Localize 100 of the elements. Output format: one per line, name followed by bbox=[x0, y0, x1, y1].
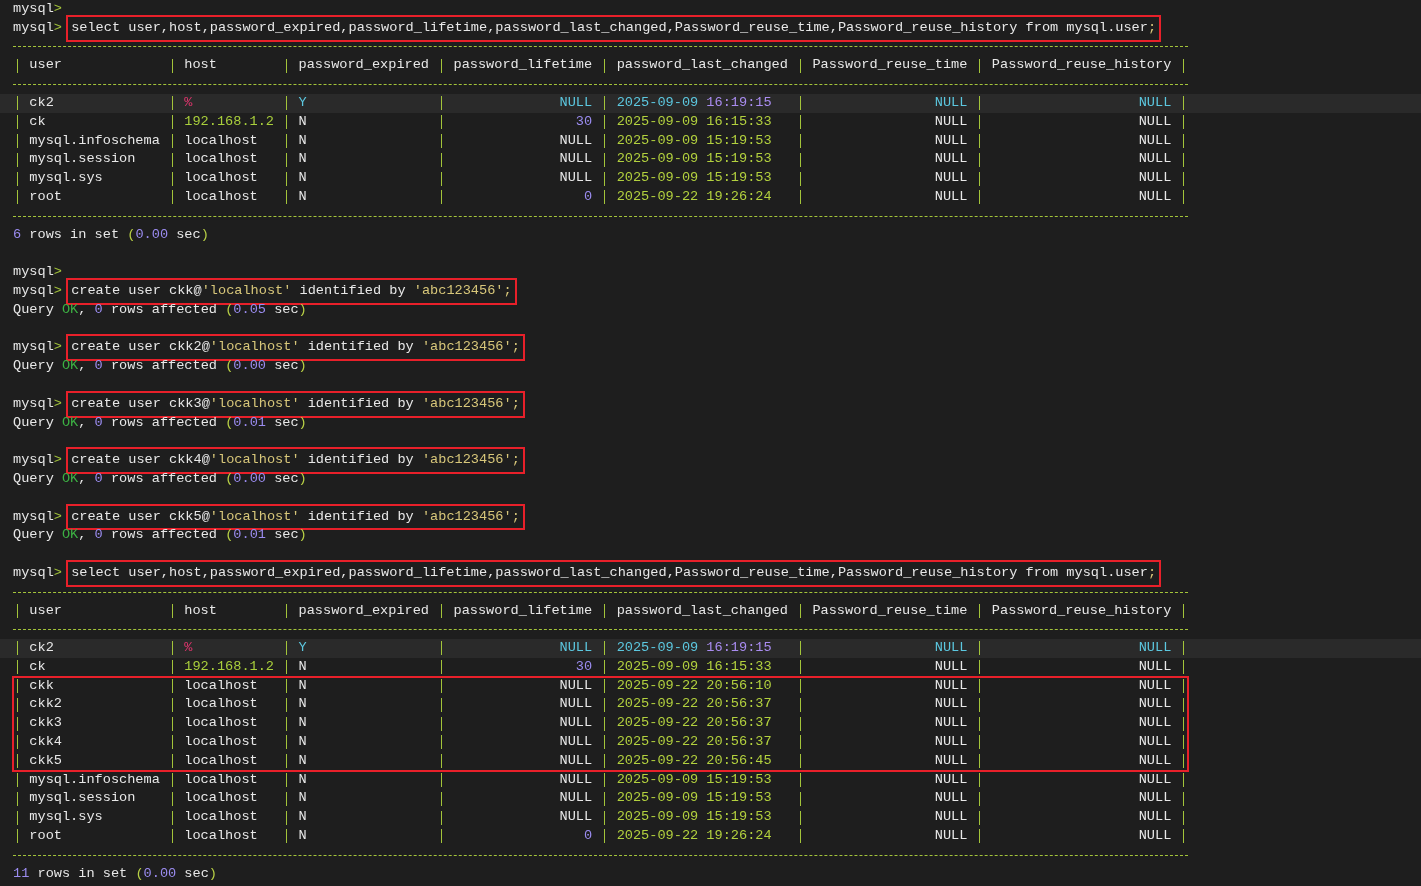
table-cell-text: NULL bbox=[558, 131, 594, 150]
table-cell-text: 2025-09-09 15:19:53 bbox=[615, 789, 773, 808]
prompt: mysql> bbox=[13, 0, 62, 18]
prompt: mysql> bbox=[13, 263, 62, 282]
table-cell-text: N bbox=[297, 131, 308, 150]
table-cell-text: N bbox=[297, 676, 308, 695]
table-cell-text: NULL bbox=[933, 714, 969, 733]
column-header: password_expired bbox=[297, 56, 431, 75]
table-cell-text: localhost bbox=[183, 714, 259, 733]
table-cell-text: NULL bbox=[933, 789, 969, 808]
table-cell-text: 2025-09-22 20:56:37 bbox=[615, 695, 773, 714]
table-cell-text: NULL bbox=[933, 112, 969, 131]
table-cell-text: 2025-09-09 16:19:15 bbox=[615, 94, 773, 112]
table-cell-text: NULL bbox=[1137, 695, 1173, 714]
table-cell-text: 2025-09-09 16:15:33 bbox=[615, 657, 773, 676]
table-cell-text: localhost bbox=[183, 751, 259, 770]
table-cell-text: NULL bbox=[558, 639, 594, 658]
prompt: mysql> bbox=[13, 18, 62, 37]
table-cell-text: 2025-09-09 15:19:53 bbox=[615, 150, 773, 169]
table-cell-text: NULL bbox=[558, 789, 594, 808]
column-header: Password_reuse_time bbox=[811, 601, 969, 620]
column-header: password_last_changed bbox=[615, 56, 789, 75]
table-cell-text: NULL bbox=[558, 808, 594, 827]
table-cell-text: localhost bbox=[183, 676, 259, 695]
table-cell-text: NULL bbox=[1137, 187, 1173, 206]
prompt: mysql> bbox=[13, 507, 62, 526]
table-cell-text: N bbox=[297, 751, 308, 770]
table-cell-text: NULL bbox=[558, 695, 594, 714]
column-header: Password_reuse_history bbox=[990, 56, 1173, 75]
table-cell-text: mysql.session bbox=[28, 789, 137, 808]
table-cell-text: NULL bbox=[1137, 770, 1173, 789]
table-cell-text: N bbox=[297, 808, 308, 827]
table-cell-text: 0 bbox=[583, 827, 594, 846]
table-cell-text: ckk4 bbox=[28, 733, 63, 752]
table-cell-text: localhost bbox=[183, 770, 259, 789]
table-cell-text: ckk5 bbox=[28, 751, 63, 770]
table-cell-text: NULL bbox=[1137, 169, 1173, 188]
table-cell-text: mysql.infoschema bbox=[28, 770, 161, 789]
table-cell-text: localhost bbox=[183, 733, 259, 752]
table-cell-text: 2025-09-22 20:56:37 bbox=[615, 733, 773, 752]
prompt: mysql> bbox=[13, 281, 62, 300]
column-header: host bbox=[183, 601, 218, 620]
table-cell-text: ckk bbox=[28, 676, 55, 695]
table-cell-text: NULL bbox=[558, 94, 594, 112]
prompt: mysql> bbox=[13, 451, 62, 470]
table-cell-text: NULL bbox=[933, 639, 969, 658]
table-cell-text: ckk2 bbox=[28, 695, 63, 714]
table-cell-text: localhost bbox=[183, 808, 259, 827]
table-cell-text: NULL bbox=[933, 751, 969, 770]
table-cell-text: N bbox=[297, 169, 308, 188]
column-header: user bbox=[28, 601, 63, 620]
query-result: Query OK, 0 rows affected (0.00 sec) bbox=[13, 357, 307, 376]
column-header: Password_reuse_time bbox=[811, 56, 969, 75]
table-cell-text: NULL bbox=[558, 770, 594, 789]
table-cell-text: mysql.sys bbox=[28, 808, 104, 827]
table-cell-text: NULL bbox=[933, 695, 969, 714]
table-cell-text: localhost bbox=[183, 789, 259, 808]
table-cell-text: N bbox=[297, 112, 308, 131]
table-cell-text: NULL bbox=[558, 714, 594, 733]
table-cell-text: NULL bbox=[558, 676, 594, 695]
table-cell-text: NULL bbox=[1137, 131, 1173, 150]
table-cell-text: N bbox=[297, 657, 308, 676]
table-cell-text: localhost bbox=[183, 695, 259, 714]
query-result: Query OK, 0 rows affected (0.01 sec) bbox=[13, 413, 307, 432]
table-cell-text: N bbox=[297, 150, 308, 169]
table-cell-text: N bbox=[297, 187, 308, 206]
column-header: password_last_changed bbox=[615, 601, 789, 620]
table-cell-text: 2025-09-09 15:19:53 bbox=[615, 770, 773, 789]
table-cell-text: NULL bbox=[1137, 751, 1173, 770]
table-cell-text: 2025-09-22 20:56:10 bbox=[615, 676, 773, 695]
column-header: password_lifetime bbox=[452, 56, 594, 75]
table-cell-text: ck2 bbox=[28, 94, 55, 112]
query-result: Query OK, 0 rows affected (0.00 sec) bbox=[13, 469, 307, 488]
table-cell-text: N bbox=[297, 733, 308, 752]
table-cell-text: 0 bbox=[583, 187, 594, 206]
table-cell-text: mysql.session bbox=[28, 150, 137, 169]
table-cell-text: NULL bbox=[558, 150, 594, 169]
table-cell-text: 2025-09-09 15:19:53 bbox=[615, 169, 773, 188]
table-cell-text: NULL bbox=[1137, 789, 1173, 808]
table-cell-text: NULL bbox=[933, 676, 969, 695]
table-cell-text: ck2 bbox=[28, 639, 55, 658]
query-result: Query OK, 0 rows affected (0.05 sec) bbox=[13, 300, 307, 319]
table-cell-text: NULL bbox=[933, 169, 969, 188]
table-cell-text: localhost bbox=[183, 169, 259, 188]
table-cell-text: 192.168.1.2 bbox=[183, 657, 276, 676]
table-cell-text: 30 bbox=[574, 657, 594, 676]
table-cell-text: NULL bbox=[933, 770, 969, 789]
table-cell-text: NULL bbox=[558, 751, 594, 770]
column-header: host bbox=[183, 56, 218, 75]
query-result: Query OK, 0 rows affected (0.01 sec) bbox=[13, 526, 307, 545]
table-cell-text: NULL bbox=[933, 150, 969, 169]
table-cell-text: ckk3 bbox=[28, 714, 63, 733]
table-cell-text: NULL bbox=[1137, 808, 1173, 827]
table-cell-text: 2025-09-22 19:26:24 bbox=[615, 827, 773, 846]
table-cell-text: NULL bbox=[558, 169, 594, 188]
table-cell-text: root bbox=[28, 827, 63, 846]
table-cell-text: 30 bbox=[574, 112, 594, 131]
column-header: password_lifetime bbox=[452, 601, 594, 620]
table-cell-text: N bbox=[297, 770, 308, 789]
table-cell-text: 2025-09-22 20:56:45 bbox=[615, 751, 773, 770]
